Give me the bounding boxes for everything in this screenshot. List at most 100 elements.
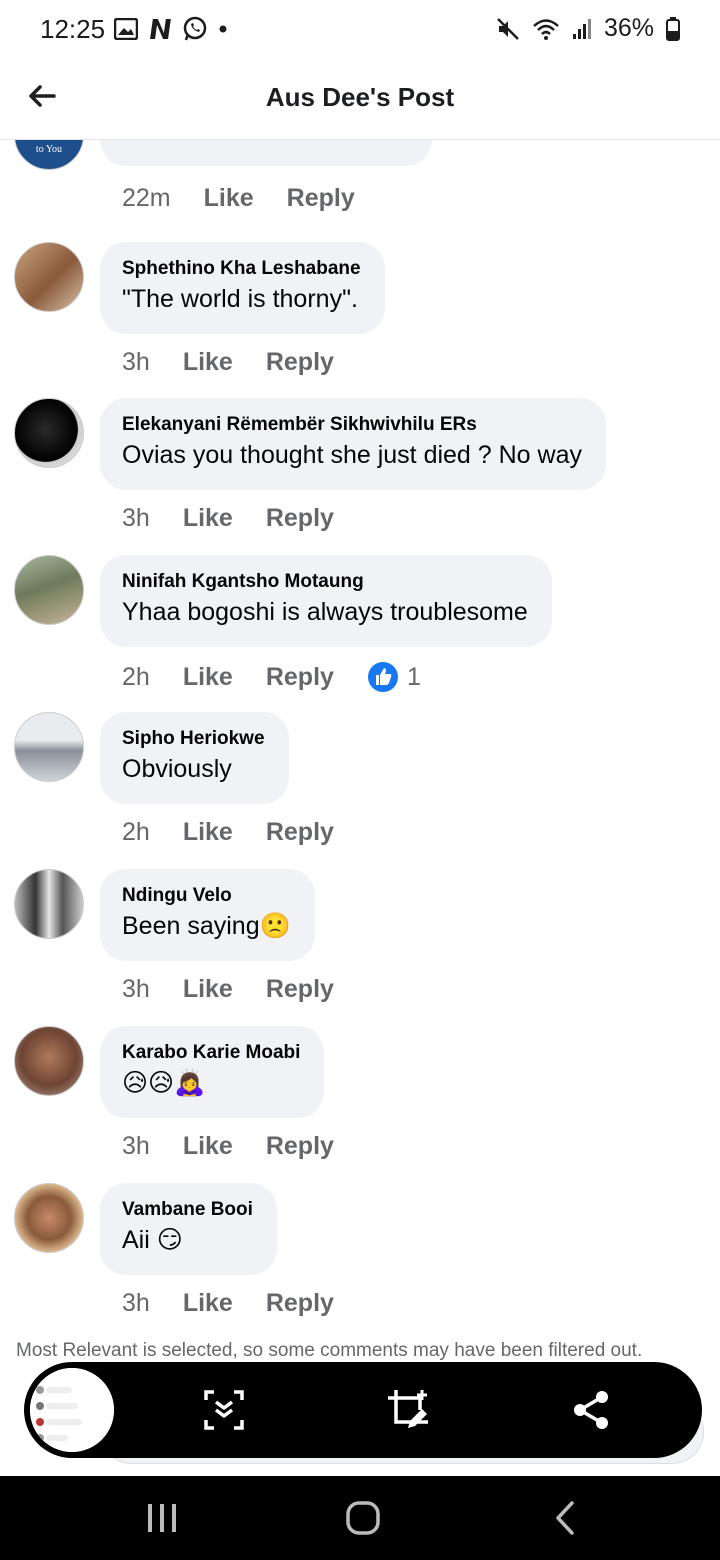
- commenter-name[interactable]: Karabo Karie Moabi: [122, 1042, 300, 1064]
- reply-button[interactable]: Reply: [266, 663, 334, 692]
- reply-button[interactable]: Reply: [287, 184, 355, 213]
- comment-text: Aii 😏: [122, 1226, 183, 1254]
- share-icon[interactable]: [570, 1388, 614, 1432]
- system-icons: 36%: [496, 14, 680, 43]
- comment-actions: 3h Like Reply: [122, 504, 367, 533]
- reaction-count: 1: [406, 662, 421, 691]
- comment-item: Sipho Heriokwe Obviously 2h Like Reply: [0, 712, 720, 868]
- system-nav-bar: [0, 1476, 720, 1560]
- avatar[interactable]: [14, 242, 84, 312]
- comment-item: Ninifah Kgantsho Motaung Yhaa bogoshi is…: [0, 555, 720, 711]
- comment-text: Yhaa bogoshi is always troublesome: [122, 598, 528, 626]
- scroll-capture-icon[interactable]: [202, 1388, 246, 1432]
- whatsapp-icon: [183, 16, 207, 41]
- comment-time: 22m: [122, 184, 171, 212]
- comments-feed[interactable]: to You is time kill each other vele 22m …: [0, 140, 720, 1340]
- comment-bubble[interactable]: Sipho Heriokwe Obviously: [100, 712, 289, 804]
- like-button[interactable]: Like: [183, 975, 233, 1004]
- comment-item: Elekanyani Rëmembër Sikhwivhilu ERs Ovia…: [0, 398, 720, 554]
- comment-actions: 22m Like Reply: [122, 184, 388, 213]
- reply-button[interactable]: Reply: [266, 1289, 334, 1318]
- commenter-name[interactable]: Ndingu Velo: [122, 885, 291, 907]
- avatar[interactable]: to You: [14, 140, 84, 170]
- comment-item: Karabo Karie Moabi 😥😥🙇‍♀️ 3h Like Reply: [0, 1026, 720, 1182]
- comment-bubble[interactable]: Karabo Karie Moabi 😥😥🙇‍♀️: [100, 1026, 325, 1118]
- dot-icon: [219, 25, 227, 33]
- like-button[interactable]: Like: [183, 348, 233, 377]
- like-button[interactable]: Like: [183, 1289, 233, 1318]
- avatar[interactable]: [14, 555, 84, 625]
- comment-time: 3h: [122, 504, 150, 532]
- comment-bubble[interactable]: Ndingu Velo Been saying🙁: [100, 869, 315, 961]
- comment-time: 2h: [122, 818, 150, 846]
- comment-bubble[interactable]: Ninifah Kgantsho Motaung Yhaa bogoshi is…: [100, 555, 552, 647]
- page-title: Aus Dee's Post: [265, 82, 455, 112]
- comment-time: 2h: [122, 662, 150, 691]
- comment-bubble[interactable]: Vambane Booi Aii 😏: [100, 1183, 277, 1275]
- avatar[interactable]: [14, 1026, 84, 1096]
- comment-actions: 2h Like Reply 1: [122, 661, 421, 693]
- comment-time: 3h: [122, 1132, 150, 1160]
- comment-item: Ndingu Velo Been saying🙁 3h Like Reply: [0, 869, 720, 1025]
- back-icon[interactable]: [546, 1498, 586, 1538]
- mute-icon: [497, 17, 519, 40]
- screenshot-toolbar: [24, 1362, 702, 1458]
- recents-icon[interactable]: [142, 1498, 182, 1538]
- commenter-name[interactable]: Sphethino Kha Leshabane: [122, 258, 361, 280]
- commenter-name[interactable]: Elekanyani Rëmembër Sikhwivhilu ERs: [122, 414, 582, 436]
- comment-actions: 3h Like Reply: [122, 348, 367, 377]
- like-button[interactable]: Like: [183, 1132, 233, 1161]
- commenter-name[interactable]: Ninifah Kgantsho Motaung: [122, 571, 528, 593]
- avatar[interactable]: [14, 398, 84, 468]
- avatar[interactable]: [14, 712, 84, 782]
- comment-bubble[interactable]: is time kill each other vele: [100, 140, 433, 166]
- comment-text: Ovias you thought she just died ? No way: [122, 441, 582, 469]
- comment-item: Sphethino Kha Leshabane "The world is th…: [0, 242, 720, 398]
- crop-edit-icon[interactable]: [386, 1388, 430, 1432]
- comment-time: 3h: [122, 348, 150, 376]
- thumbnail-preview: [30, 1368, 114, 1452]
- reply-button[interactable]: Reply: [266, 504, 334, 533]
- reply-button[interactable]: Reply: [266, 975, 334, 1004]
- avatar-text: to You: [35, 144, 63, 155]
- comment-actions: 3h Like Reply: [122, 1289, 367, 1318]
- reply-button[interactable]: Reply: [266, 1132, 334, 1161]
- signal-icon: [572, 18, 591, 39]
- comment-actions: 2h Like Reply: [122, 818, 367, 847]
- comment-text: is time kill each other vele: [122, 140, 408, 148]
- commenter-name[interactable]: Vambane Booi: [122, 1199, 253, 1221]
- gallery-icon: [114, 18, 138, 40]
- battery-percent: 36%: [603, 14, 654, 42]
- reaction-summary[interactable]: 1: [367, 661, 421, 693]
- avatar[interactable]: [14, 1183, 84, 1253]
- like-button[interactable]: Like: [183, 504, 233, 533]
- comment-actions: 3h Like Reply: [122, 1132, 367, 1161]
- like-button[interactable]: Like: [183, 818, 233, 847]
- like-reaction-icon: [367, 662, 398, 692]
- battery-icon: [666, 16, 680, 41]
- avatar[interactable]: [14, 869, 84, 939]
- filter-note: Most Relevant is selected, so some comme…: [16, 1340, 643, 1361]
- notification-icons: [114, 16, 228, 42]
- commenter-name[interactable]: Sipho Heriokwe: [122, 728, 265, 750]
- comment-time: 3h: [122, 1289, 150, 1317]
- comment-bubble[interactable]: Elekanyani Rëmembër Sikhwivhilu ERs Ovia…: [100, 398, 606, 490]
- screenshot-thumbnail[interactable]: [26, 1364, 118, 1456]
- comment-text: Been saying🙁: [122, 912, 291, 940]
- comment-text: 😥😥🙇‍♀️: [122, 1069, 206, 1097]
- comment-text: Obviously: [122, 755, 232, 783]
- comment-bubble[interactable]: Sphethino Kha Leshabane "The world is th…: [100, 242, 385, 334]
- netflix-icon: [150, 19, 171, 39]
- reply-button[interactable]: Reply: [266, 348, 334, 377]
- comment-item: Vambane Booi Aii 😏 3h Like Reply: [0, 1183, 720, 1339]
- status-bar: 12:25 36%: [0, 0, 720, 60]
- home-icon[interactable]: [343, 1498, 383, 1538]
- status-time: 12:25: [40, 14, 106, 44]
- post-header: Aus Dee's Post: [0, 60, 720, 140]
- like-button[interactable]: Like: [204, 184, 254, 213]
- wifi-icon: [533, 18, 559, 40]
- comment-actions: 3h Like Reply: [122, 975, 367, 1004]
- reply-button[interactable]: Reply: [266, 818, 334, 847]
- like-button[interactable]: Like: [183, 663, 233, 692]
- comment-text: "The world is thorny".: [122, 285, 358, 313]
